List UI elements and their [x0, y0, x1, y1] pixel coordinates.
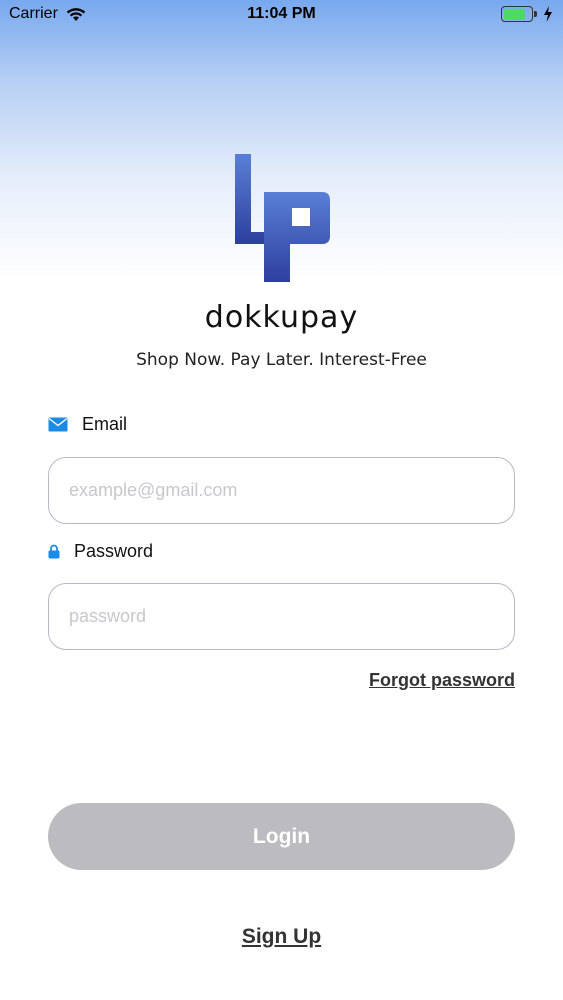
tagline: Shop Now. Pay Later. Interest-Free [136, 350, 427, 370]
password-label-row: Password [48, 541, 153, 562]
email-label-row: Email [48, 414, 127, 435]
email-input[interactable] [48, 457, 515, 524]
battery-icon [501, 6, 537, 22]
lock-icon [48, 544, 60, 559]
signup-link[interactable]: Sign Up [0, 925, 563, 949]
email-label: Email [82, 414, 128, 434]
status-bar: Carrier 11:04 PM [0, 0, 563, 30]
password-input[interactable] [48, 583, 515, 650]
status-time: 11:04 PM [247, 5, 316, 22]
brand-name: dokkupay [204, 300, 359, 335]
status-right [501, 6, 553, 22]
battery-fill [503, 8, 526, 20]
envelope-icon [48, 417, 68, 432]
forgot-password-link[interactable]: Forgot password [369, 670, 515, 691]
password-label: Password [74, 541, 154, 561]
login-button[interactable]: Login [48, 803, 515, 870]
dokkupay-logo-icon [235, 154, 330, 282]
charging-icon [544, 6, 552, 22]
